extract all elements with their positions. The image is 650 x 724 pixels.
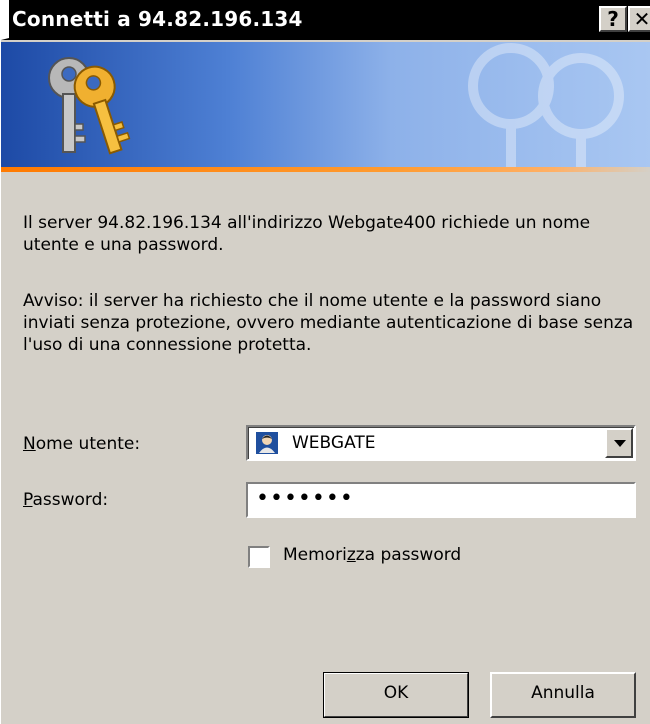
title-bar[interactable]: Connetti a 94.82.196.134 ? ✕ <box>1 0 650 40</box>
window-title: Connetti a 94.82.196.134 <box>12 7 303 31</box>
remember-password-checkbox[interactable] <box>248 546 270 568</box>
banner <box>1 42 650 172</box>
cancel-button[interactable]: Annulla <box>490 672 636 718</box>
username-label: Nome utente: <box>23 434 141 454</box>
keys-icon <box>48 57 131 155</box>
login-dialog: Connetti a 94.82.196.134 ? ✕ Il server 9… <box>0 0 650 724</box>
remember-password-label[interactable]: Memorizza password <box>283 545 461 565</box>
user-icon <box>256 432 278 454</box>
banner-accent-bar <box>1 167 650 172</box>
close-button[interactable]: ✕ <box>628 6 650 32</box>
password-label: Password: <box>23 490 109 510</box>
username-dropdown-button[interactable] <box>605 428 633 458</box>
username-value: WEBGATE <box>292 433 376 453</box>
server-message: Il server 94.82.196.134 all'indirizzo We… <box>23 213 591 255</box>
password-field[interactable]: ••••••• <box>246 482 636 518</box>
help-button[interactable]: ? <box>599 6 627 32</box>
username-combobox[interactable]: WEBGATE <box>246 425 636 461</box>
chevron-down-icon <box>614 440 626 447</box>
ok-button[interactable]: OK <box>323 672 469 718</box>
security-warning: Avviso: il server ha richiesto che il no… <box>23 291 634 355</box>
password-value: ••••••• <box>256 486 354 511</box>
keys-watermark-icon <box>468 43 624 172</box>
